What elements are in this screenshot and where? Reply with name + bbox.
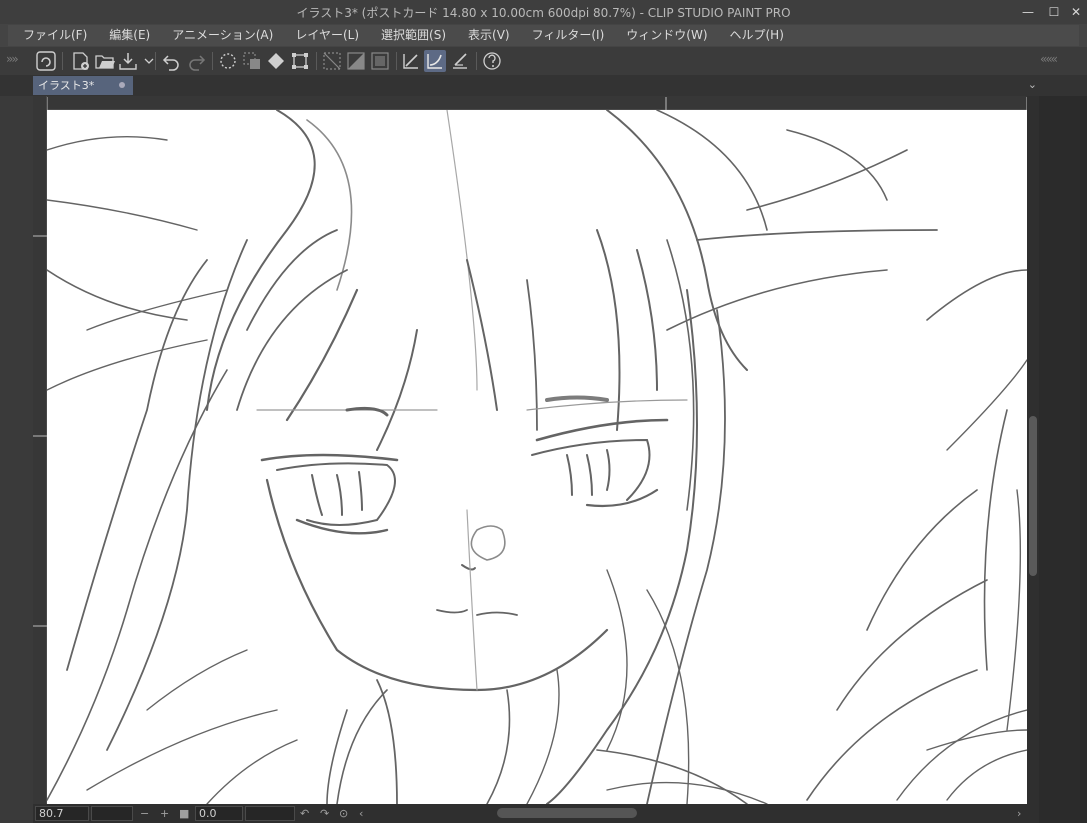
chevron-down-icon[interactable] [138, 50, 154, 72]
help-icon[interactable] [481, 50, 503, 72]
title-bar: イラスト3* (ポストカード 14.80 x 10.00cm 600dpi 80… [0, 0, 1087, 24]
close-button[interactable]: ✕ [1065, 2, 1087, 22]
menu-view[interactable]: 表示(V) [457, 25, 521, 46]
fit-view-button[interactable]: ■ [179, 806, 189, 821]
expand-right-arrows[interactable]: ««« [1040, 52, 1058, 66]
maximize-button[interactable]: ☐ [1043, 2, 1065, 22]
ruler-horizontal[interactable] [33, 96, 1028, 111]
rotation-field[interactable]: 0.0 [195, 806, 243, 821]
chevron-down-icon[interactable]: ⌄ [1028, 78, 1037, 91]
tab-illustration[interactable]: イラスト3* [33, 76, 133, 95]
minimize-button[interactable]: — [1017, 2, 1039, 22]
menu-file[interactable]: ファイル(F) [12, 25, 98, 46]
canvas-tab-bar: イラスト3* ⌄ [0, 75, 1087, 96]
deselect-icon[interactable] [217, 50, 239, 72]
drawing-canvas[interactable] [47, 110, 1027, 804]
rotate-left-icon[interactable]: ↶ [300, 806, 309, 821]
invert-selection-icon[interactable] [345, 50, 367, 72]
hide-selection-icon[interactable] [321, 50, 343, 72]
command-bar: »» ««« [0, 47, 1087, 75]
snap-special-ruler-icon[interactable] [449, 50, 471, 72]
zoom-in-button[interactable]: + [160, 806, 169, 821]
rotate-right-icon[interactable]: ↷ [320, 806, 329, 821]
window-title: イラスト3* (ポストカード 14.80 x 10.00cm 600dpi 80… [296, 6, 791, 20]
transform-icon[interactable] [289, 50, 311, 72]
left-dock [0, 75, 33, 823]
menu-edit[interactable]: 編集(E) [98, 25, 161, 46]
vertical-scroll-thumb[interactable] [1029, 416, 1037, 576]
right-dock [1039, 96, 1087, 823]
menu-help[interactable]: ヘルプ(H) [719, 25, 795, 46]
rotation-slider[interactable] [245, 806, 295, 821]
new-canvas-icon[interactable] [70, 50, 92, 72]
clear-icon[interactable] [241, 50, 263, 72]
scroll-left-arrow[interactable]: ‹ [359, 806, 363, 821]
vector-erase-icon[interactable] [400, 50, 422, 72]
ruler-vertical[interactable] [33, 96, 47, 804]
zoom-slider[interactable] [91, 806, 133, 821]
border-icon[interactable] [369, 50, 391, 72]
menu-selection[interactable]: 選択範囲(S) [370, 25, 457, 46]
sketch-artwork [47, 110, 1027, 804]
expand-left-arrows[interactable]: »» [6, 52, 19, 66]
close-icon[interactable] [119, 82, 125, 88]
zoom-field[interactable]: 80.7 [35, 806, 89, 821]
zoom-out-button[interactable]: − [140, 806, 149, 821]
vertical-scrollbar[interactable] [1027, 96, 1039, 804]
clip-studio-icon[interactable] [35, 50, 57, 72]
snap-ruler-icon[interactable] [424, 50, 446, 72]
scroll-right-arrow[interactable]: › [1017, 806, 1021, 821]
menu-bar: ファイル(F) 編集(E) アニメーション(A) レイヤー(L) 選択範囲(S)… [0, 24, 1087, 47]
menu-strip: ファイル(F) 編集(E) アニメーション(A) レイヤー(L) 選択範囲(S)… [8, 25, 1079, 46]
menu-animation[interactable]: アニメーション(A) [161, 25, 284, 46]
tab-label: イラスト3* [38, 79, 95, 92]
status-bar: 80.7 − + ■ 0.0 ↶ ↷ ⊙ ‹ › [33, 804, 1039, 823]
menu-window[interactable]: ウィンドウ(W) [615, 25, 718, 46]
reset-rotation-icon[interactable]: ⊙ [339, 806, 348, 821]
open-file-icon[interactable] [94, 50, 116, 72]
horizontal-scroll-thumb[interactable] [497, 808, 637, 818]
undo-icon[interactable] [161, 50, 183, 72]
redo-icon[interactable] [185, 50, 207, 72]
menu-layer[interactable]: レイヤー(L) [284, 25, 370, 46]
menu-filter[interactable]: フィルター(I) [521, 25, 616, 46]
save-icon[interactable] [117, 50, 139, 72]
fill-icon[interactable] [265, 50, 287, 72]
